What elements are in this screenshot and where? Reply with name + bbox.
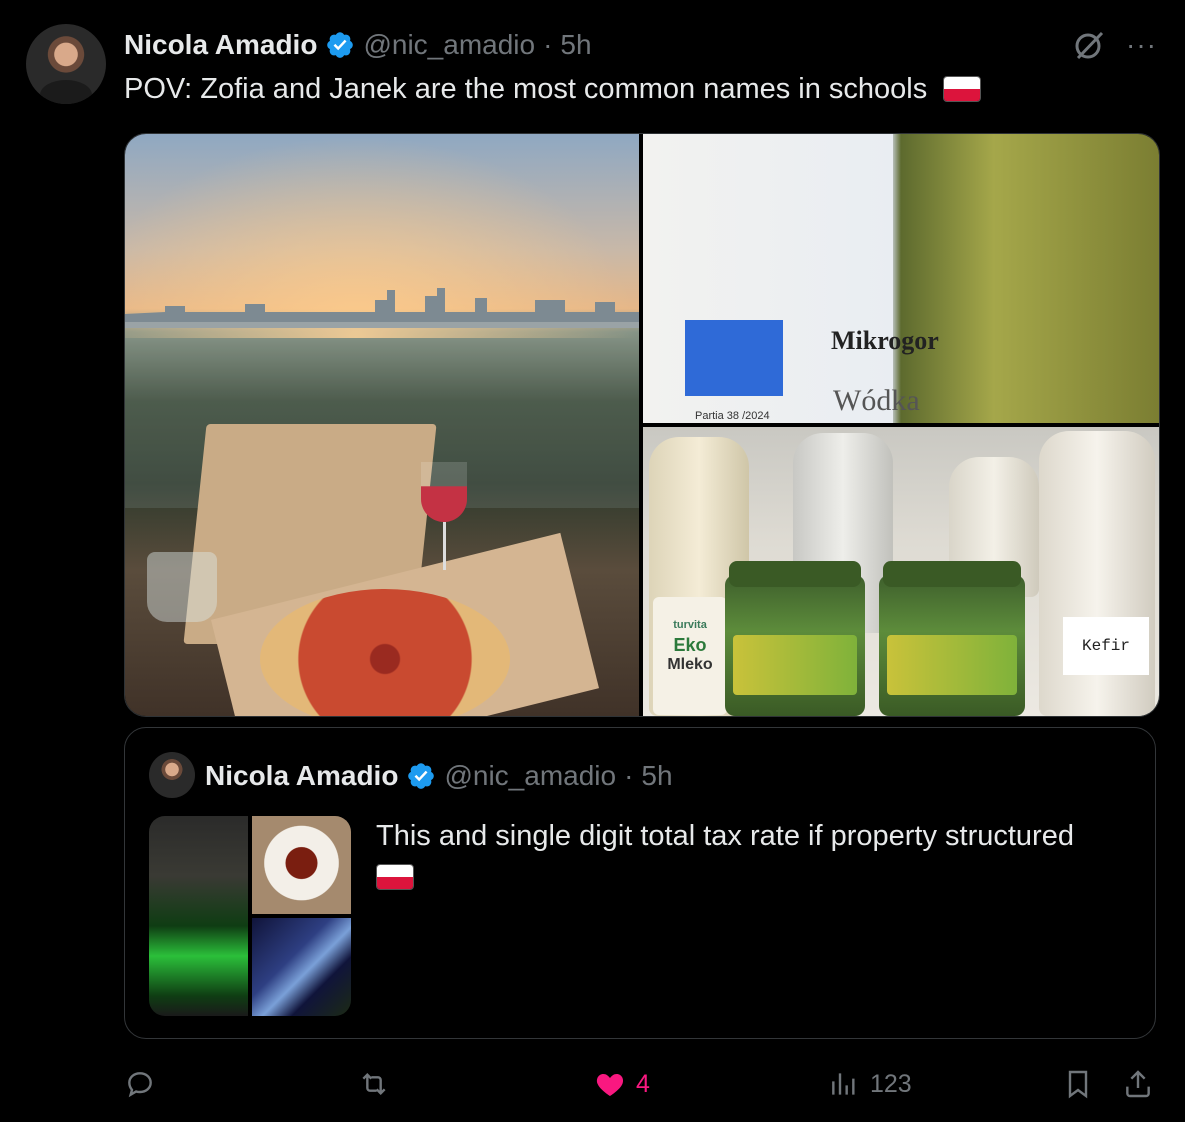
pizza: [260, 589, 510, 716]
kefir-text: Kefir: [1081, 637, 1130, 655]
post-time[interactable]: 5h: [560, 29, 591, 61]
city-skyline: [125, 288, 639, 324]
jar-label: [733, 635, 857, 695]
verified-badge-icon: [327, 32, 354, 58]
plastic-cup: [147, 552, 217, 622]
blue-stamp: [685, 320, 783, 396]
milk-brand: turvita: [673, 619, 707, 631]
quoted-author-avatar[interactable]: [149, 752, 195, 798]
author-handle[interactable]: @nic_amadio: [363, 29, 535, 61]
author-avatar[interactable]: [26, 24, 106, 104]
milk-label-top: Eko: [673, 635, 707, 655]
top-right-controls: ···: [1072, 28, 1157, 62]
batch-label: Partia 38 /2024: [695, 410, 770, 422]
action-bar: 4 123: [124, 1068, 1164, 1108]
author-name[interactable]: Nicola Amadio: [124, 29, 317, 61]
separator-dot: ·: [543, 29, 553, 60]
views-button[interactable]: 123: [828, 1068, 912, 1100]
quoted-author-handle[interactable]: @nic_amadio: [444, 760, 616, 792]
wine-glass-stem: [443, 522, 446, 570]
like-button[interactable]: 4: [594, 1068, 650, 1100]
verified-badge-icon: [408, 763, 435, 789]
kefir-label: Kefir: [1063, 617, 1149, 675]
vodka-brand: Mikrogor: [831, 326, 939, 355]
media-grid: Mikrogor Wódka Partia 38 /2024 turvita E…: [124, 133, 1160, 717]
poland-flag-icon: [943, 76, 982, 102]
quoted-post-text: This and single digit total tax rate if …: [376, 816, 1136, 897]
reply-button[interactable]: [124, 1068, 166, 1100]
quoted-post-header: Nicola Amadio @nic_amadio · 5h: [205, 756, 673, 796]
grok-icon[interactable]: [1072, 28, 1106, 62]
post-text: POV: Zofia and Janek are the most common…: [124, 70, 982, 108]
milk-label-bottom: Mleko: [667, 656, 713, 673]
media-image-vodka-pickles[interactable]: Mikrogor Wódka Partia 38 /2024: [643, 134, 1159, 423]
jar-label: [887, 635, 1017, 695]
post-header: Nicola Amadio @nic_amadio · 5h: [124, 26, 592, 64]
media-image-balcony-pizza[interactable]: [125, 134, 639, 716]
bookmark-button[interactable]: [1062, 1068, 1094, 1100]
repost-button[interactable]: [358, 1068, 400, 1100]
quoted-text-content: This and single digit total tax rate if …: [376, 820, 1074, 852]
post-text-content: POV: Zofia and Janek are the most common…: [124, 73, 928, 105]
quoted-post-time[interactable]: 5h: [641, 760, 672, 792]
views-count: 123: [870, 1069, 912, 1098]
separator-dot: ·: [624, 760, 634, 791]
repost-icon: [362, 1072, 386, 1096]
pickle-jar-right: [879, 575, 1025, 716]
quoted-author-name[interactable]: Nicola Amadio: [205, 760, 398, 792]
more-options-icon[interactable]: ···: [1126, 31, 1157, 59]
share-icon: [1126, 1070, 1150, 1098]
milk-label: turvita Eko Mleko: [653, 597, 727, 715]
share-button[interactable]: [1122, 1068, 1154, 1100]
wine-glass: [421, 462, 467, 522]
pickle-jar-lid: [729, 561, 861, 587]
quoted-image-palace-green: [149, 816, 248, 1016]
quoted-image-tower-night: [252, 918, 351, 1016]
quoted-image-soup-bowl: [252, 816, 351, 914]
like-count: 4: [636, 1069, 650, 1098]
reply-icon: [128, 1072, 152, 1098]
bookmark-icon: [1068, 1070, 1088, 1099]
views-chart-icon: [832, 1073, 855, 1095]
heart-filled-icon: [596, 1074, 624, 1096]
vodka-type: Wódka: [833, 384, 920, 417]
poland-flag-icon: [376, 864, 414, 890]
pickle-jar-lid: [883, 561, 1021, 587]
media-image-dairy-pickles[interactable]: turvita Eko Mleko Kefir: [643, 427, 1159, 716]
quoted-media-grid[interactable]: [149, 816, 351, 1016]
quoted-post[interactable]: Nicola Amadio @nic_amadio · 5h This and …: [124, 727, 1156, 1039]
pickle-jar-left: [725, 575, 865, 716]
